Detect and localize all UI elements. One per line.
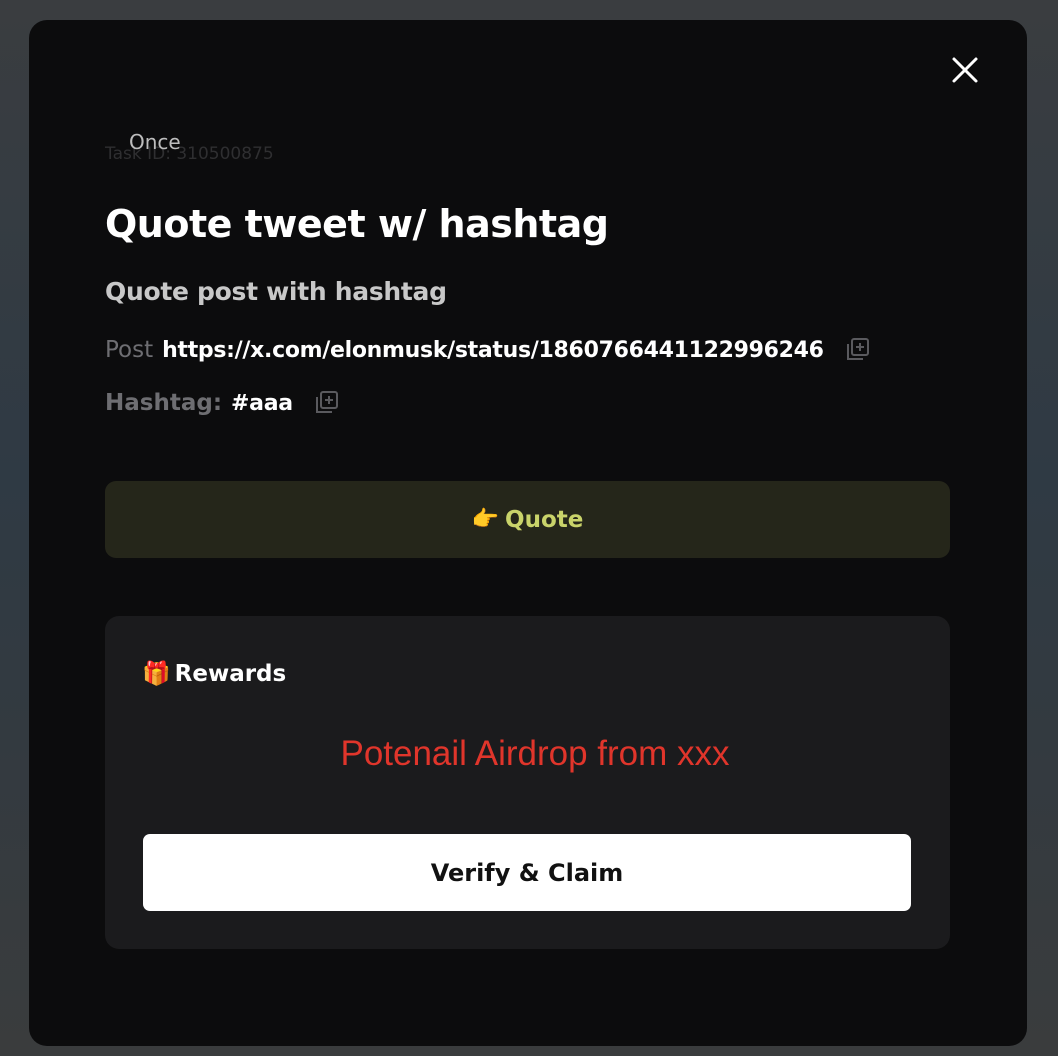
quote-button[interactable]: 👉 Quote	[105, 481, 950, 558]
close-button[interactable]	[949, 52, 981, 88]
rewards-panel: 🎁 Rewards Potenail Airdrop from xxx Veri…	[105, 616, 950, 949]
rewards-heading: 🎁 Rewards	[142, 660, 287, 688]
task-subtitle: Quote post with hashtag	[105, 277, 447, 306]
post-label: Post	[105, 337, 154, 363]
hashtag-row: Hashtag: #aaa	[105, 385, 339, 421]
verify-claim-button[interactable]: Verify & Claim	[143, 834, 911, 911]
gift-icon: 🎁	[142, 661, 171, 687]
copy-icon[interactable]	[313, 390, 339, 416]
post-url[interactable]: https://x.com/elonmusk/status/1860766441…	[162, 338, 824, 363]
hashtag-label: Hashtag:	[105, 390, 223, 416]
hashtag-value[interactable]: #aaa	[231, 391, 293, 416]
frequency-label: Once	[129, 130, 181, 154]
task-meta: Task ID: 310500875 Once	[105, 128, 405, 168]
post-row: Post https://x.com/elonmusk/status/18607…	[105, 332, 870, 368]
task-modal: Task ID: 310500875 Once Quote tweet w/ h…	[29, 20, 1027, 1046]
task-title: Quote tweet w/ hashtag	[105, 202, 609, 246]
rewards-title: Rewards	[174, 660, 287, 687]
close-icon	[952, 57, 978, 83]
quote-button-label: Quote	[505, 506, 584, 533]
reward-description: Potenail Airdrop from xxx	[340, 734, 730, 773]
pointing-hand-icon: 👉	[471, 507, 500, 532]
copy-icon[interactable]	[844, 337, 870, 363]
